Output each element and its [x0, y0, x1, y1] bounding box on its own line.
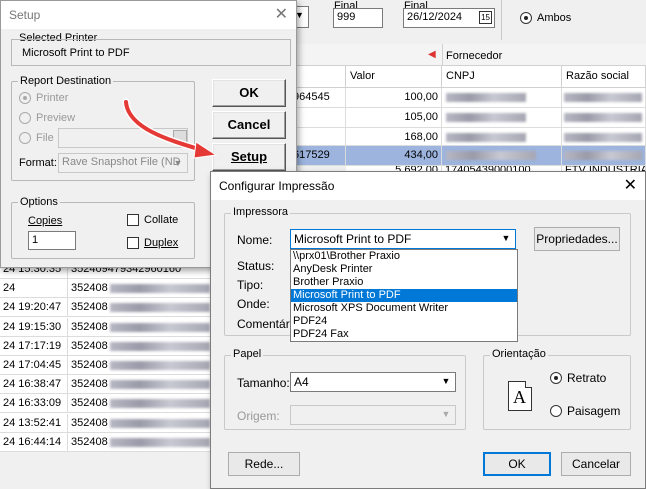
table-row[interactable]: 24 13:52:41 352408 — [0, 413, 213, 433]
chevron-down-icon: ▼ — [441, 376, 451, 386]
table-row[interactable]: 24 19:15:30 352408 — [0, 317, 213, 337]
printer-option[interactable]: Microsoft XPS Document Writer — [291, 302, 517, 315]
tamanho-select[interactable]: A4 ▼ — [290, 372, 456, 392]
col-cnpj-header[interactable]: CNPJ — [442, 66, 562, 88]
selected-printer-box: Microsoft Print to PDF — [11, 39, 291, 66]
ok-button[interactable]: OK — [483, 452, 551, 476]
printer-option[interactable]: Microsoft Print to PDF — [291, 289, 517, 302]
origem-label: Origem: — [237, 409, 280, 423]
printer-option[interactable]: PDF24 Fax — [291, 328, 517, 341]
table-row[interactable]: 24 19:20:47 352408 — [0, 298, 213, 318]
table-row[interactable]: 24 16:44:14 352408 — [0, 432, 213, 452]
printer-dropdown-list[interactable]: \\prx01\Brother Praxio AnyDesk Printer Bro… — [290, 249, 518, 342]
status-label: Status: — [237, 259, 275, 273]
table-row[interactable]: 24 352408 — [0, 279, 213, 299]
rede-button[interactable]: Rede... — [228, 452, 300, 476]
close-icon[interactable]: ✕ — [624, 172, 637, 200]
tipo-label: Tipo: — [237, 278, 264, 292]
red-arrow-annotation — [122, 98, 218, 159]
setup-button[interactable]: Setup — [212, 143, 286, 171]
fornecedor-header: Fornecedor — [446, 50, 503, 62]
orientacao-group: Orientação — [483, 348, 631, 430]
col-valor-header[interactable]: Valor — [346, 66, 442, 88]
cancelar-button[interactable]: Cancelar — [561, 452, 631, 476]
close-icon[interactable]: ✕ — [275, 1, 288, 29]
format-label: Format: — [19, 157, 57, 169]
col-doc-header[interactable] — [290, 66, 346, 88]
table-row[interactable]: 24 16:33:09 352408 — [0, 394, 213, 414]
table-row[interactable]: 24 17:17:19 352408 — [0, 336, 213, 356]
ok-button[interactable]: OK — [212, 79, 286, 107]
onde-label: Onde: — [237, 297, 270, 311]
portrait-page-icon: A — [508, 381, 532, 411]
table-row[interactable]: 24 17:04:45 352408 — [0, 356, 213, 375]
copies-input[interactable]: 1 — [28, 231, 76, 250]
cancel-button[interactable]: Cancel — [212, 111, 286, 139]
tamanho-label: Tamanho: — [237, 376, 290, 390]
nome-label: Nome: — [237, 233, 273, 247]
calendar-icon[interactable]: 15 — [479, 11, 492, 24]
final-date-input[interactable]: 26/12/2024 15 — [403, 8, 495, 28]
sort-arrow-icon: ◀ — [428, 49, 436, 60]
printer-name-select[interactable]: Microsoft Print to PDF ▼ — [290, 229, 516, 249]
setup-dialog-title: Setup — [9, 8, 41, 22]
print-dialog-title: Configurar Impressão — [219, 179, 335, 193]
bottom-rows: 24 15:30:35 352409479342960160 24 352408 24 … — [0, 260, 213, 452]
final-number-input[interactable]: 999 — [333, 8, 383, 28]
origem-select[interactable]: ▼ — [290, 405, 456, 425]
propriedades-button[interactable]: Propriedades... — [534, 227, 620, 251]
printer-option[interactable]: Brother Praxio — [291, 276, 517, 289]
chevron-down-icon: ▼ — [501, 233, 511, 243]
chevron-down-icon: ▼ — [441, 409, 451, 419]
printer-option[interactable]: \\prx01\Brother Praxio — [291, 250, 517, 263]
col-razao-header[interactable]: Razão social — [562, 66, 646, 88]
table-row[interactable]: 24 16:38:47 352408 — [0, 375, 213, 395]
copies-label: Copies — [28, 215, 63, 227]
printer-option[interactable]: AnyDesk Printer — [291, 263, 517, 276]
printer-option[interactable]: PDF24 — [291, 315, 517, 328]
print-setup-dialog: Configurar Impressão ✕ Impressora Nome: … — [210, 171, 646, 489]
